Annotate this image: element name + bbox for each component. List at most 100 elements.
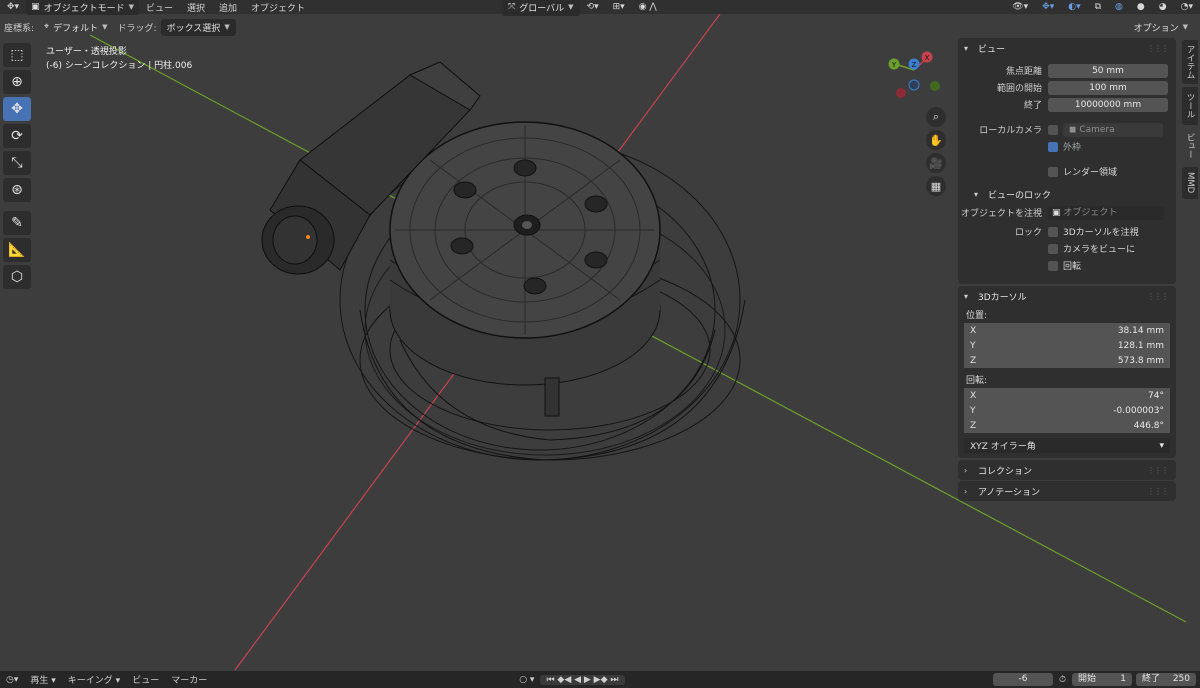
drag-grip-icon[interactable]: ⋮⋮⋮ bbox=[1147, 292, 1169, 301]
move-tool-icon[interactable]: ✥ bbox=[3, 97, 31, 121]
view-title: ユーザー・透視投影 bbox=[46, 47, 127, 57]
xray-icon[interactable]: ⧉ bbox=[1088, 2, 1108, 12]
current-frame-field[interactable]: -6 bbox=[992, 673, 1053, 686]
shading-wireframe-icon[interactable]: ◍ bbox=[1108, 2, 1130, 12]
chevron-down-icon: ▼ bbox=[568, 3, 574, 11]
annotation-section-header[interactable]: › アノテーション ⋮⋮⋮ bbox=[958, 481, 1176, 501]
frame-end-field[interactable]: 終了 250 bbox=[1136, 673, 1196, 686]
shading-material-icon[interactable]: ◕ bbox=[1152, 2, 1174, 12]
coord-dropdown[interactable]: ⌖ デフォルト ▼ bbox=[38, 19, 113, 36]
cursor-section: ▾ 3Dカーソル ⋮⋮⋮ 位置: X 38.14 mm Y 128.1 mm Z 57… bbox=[958, 286, 1176, 458]
render-region-label: レンダー領域 bbox=[1063, 168, 1118, 178]
cursor-rot-x[interactable]: X 74° bbox=[964, 388, 1170, 403]
transform-orientation-dropdown[interactable]: ⤧ グローバル ▼ bbox=[502, 0, 580, 16]
drag-value: ボックス選択 bbox=[166, 23, 221, 34]
cursor-loc-z[interactable]: Z 573.8 mm bbox=[964, 353, 1170, 368]
chevron-down-icon: ▾ bbox=[964, 291, 969, 301]
rotation-mode-dropdown[interactable]: XYZ オイラー角 ▾ bbox=[964, 438, 1170, 453]
tab-view[interactable]: ビュー bbox=[1182, 128, 1198, 164]
drag-grip-icon[interactable]: ⋮⋮⋮ bbox=[1147, 466, 1169, 475]
camera-to-view-checkbox[interactable] bbox=[1048, 243, 1058, 254]
drag-grip-icon[interactable]: ⋮⋮⋮ bbox=[1147, 487, 1169, 496]
pan-hand-icon[interactable]: ✋ bbox=[926, 130, 946, 150]
tool-settings-bar: 座標系: ⌖ デフォルト ▼ ドラッグ: ボックス選択 ▼ オプション ▼ bbox=[0, 17, 1200, 37]
lock-object-field[interactable]: ▣ オブジェクト bbox=[1048, 205, 1164, 220]
clip-end-field[interactable]: 10000000 mm bbox=[1048, 97, 1168, 112]
navigation-gizmo[interactable]: X Y Z bbox=[880, 48, 950, 108]
chevron-down-icon: ▼ bbox=[128, 3, 134, 11]
menu-marker[interactable]: マーカー bbox=[165, 673, 213, 686]
mode-icon: ▣ bbox=[31, 2, 40, 12]
drag-dropdown[interactable]: ボックス選択 ▼ bbox=[160, 18, 236, 36]
camera-icon: ◼ bbox=[1069, 124, 1080, 135]
view-lock-header[interactable]: ▾ ビューのロック bbox=[958, 184, 1176, 204]
cursor-rot-z[interactable]: Z 446.8° bbox=[964, 418, 1170, 433]
cursor-rotation-label: 回転: bbox=[966, 376, 988, 386]
gizmo-toggle-icon[interactable]: ✥▾ bbox=[1035, 2, 1061, 12]
view-section-header[interactable]: ▾ ビュー ⋮⋮⋮ bbox=[958, 38, 1176, 58]
outer-frame-checkbox[interactable] bbox=[1048, 141, 1058, 152]
drag-grip-icon[interactable]: ⋮⋮⋮ bbox=[1147, 44, 1169, 53]
autokey-icon[interactable]: ○ ▾ bbox=[513, 675, 540, 685]
pivot-icon[interactable]: ⟲▾ bbox=[580, 2, 606, 12]
zoom-icon[interactable]: ⌕ bbox=[926, 107, 946, 127]
chevron-down-icon: ▼ bbox=[224, 23, 230, 31]
visibility-icon[interactable]: 👁▾ bbox=[1005, 2, 1035, 12]
shading-rendered-icon[interactable]: ◔▾ bbox=[1174, 2, 1200, 12]
add-cube-tool-icon[interactable]: ⬡ bbox=[3, 265, 31, 289]
clip-start-field[interactable]: 100 mm bbox=[1048, 80, 1168, 95]
rotate-tool-icon[interactable]: ⟳ bbox=[3, 124, 31, 148]
cursor-loc-y[interactable]: Y 128.1 mm bbox=[964, 338, 1170, 353]
focal-length-field[interactable]: 50 mm bbox=[1048, 63, 1168, 78]
playback-controls[interactable]: ⏮ ◆◀ ◀ ▶ ▶◆ ⏭ bbox=[540, 674, 625, 685]
coord-value: デフォルト bbox=[53, 23, 99, 34]
collection-section-header[interactable]: › コレクション ⋮⋮⋮ bbox=[958, 460, 1176, 480]
editor-type-icon[interactable]: ✥▾ bbox=[0, 2, 26, 12]
snap-icon[interactable]: ⊞▾ bbox=[606, 2, 632, 12]
menu-keying[interactable]: キーイング ▾ bbox=[62, 673, 126, 686]
annotation-section[interactable]: › アノテーション ⋮⋮⋮ bbox=[958, 481, 1176, 501]
shading-solid-icon[interactable]: ● bbox=[1130, 2, 1152, 12]
cursor-tool-icon[interactable]: ⊕ bbox=[3, 70, 31, 94]
collection-section[interactable]: › コレクション ⋮⋮⋮ bbox=[958, 460, 1176, 480]
menu-view[interactable]: ビュー bbox=[139, 1, 180, 14]
cursor-loc-x[interactable]: X 38.14 mm bbox=[964, 323, 1170, 338]
proportional-edit-icon[interactable]: ◉ ⋀ bbox=[632, 2, 664, 12]
gizmo-x-label: X bbox=[925, 54, 930, 62]
timeline-editor-icon[interactable]: ◷▾ bbox=[0, 675, 24, 685]
camera-view-icon[interactable]: 🎥 bbox=[926, 153, 946, 173]
orientation-label: グローバル bbox=[519, 3, 565, 14]
perspective-grid-icon[interactable]: ▦ bbox=[926, 176, 946, 196]
drag-label: ドラッグ: bbox=[117, 23, 157, 34]
options-dropdown[interactable]: オプション ▼ bbox=[1128, 19, 1194, 36]
chevron-right-icon: › bbox=[964, 486, 968, 496]
menu-add[interactable]: 追加 bbox=[212, 1, 244, 14]
menu-object[interactable]: オブジェクト bbox=[244, 1, 312, 14]
focal-length-label: 焦点距離 bbox=[1005, 67, 1042, 77]
tab-item[interactable]: アイテム bbox=[1182, 40, 1198, 84]
menu-select[interactable]: 選択 bbox=[180, 1, 212, 14]
select-box-tool-icon[interactable]: ⬚ bbox=[3, 43, 31, 67]
tab-tool[interactable]: ツール bbox=[1182, 87, 1198, 125]
stopwatch-icon[interactable]: ⏱ bbox=[1053, 675, 1072, 685]
lock-rotation-checkbox[interactable] bbox=[1048, 260, 1058, 271]
measure-tool-icon[interactable]: 📐 bbox=[3, 238, 31, 262]
annotate-tool-icon[interactable]: ✎ bbox=[3, 211, 31, 235]
lock-cursor-label: 3Dカーソルを注視 bbox=[1063, 228, 1139, 238]
cursor-rot-y[interactable]: Y -0.000003° bbox=[964, 403, 1170, 418]
lock-cursor-checkbox[interactable] bbox=[1048, 226, 1058, 237]
render-region-checkbox[interactable] bbox=[1048, 166, 1058, 177]
blender-window: ✥▾ ▣ オブジェクトモード ▼ ビュー 選択 追加 オブジェクト ⤧ グローバ… bbox=[0, 0, 1200, 688]
frame-start-field[interactable]: 開始 1 bbox=[1072, 673, 1132, 686]
mode-dropdown[interactable]: ▣ オブジェクトモード ▼ bbox=[26, 0, 139, 15]
camera-field[interactable]: ◼ Camera bbox=[1063, 122, 1163, 137]
transform-tool-icon[interactable]: ⊛ bbox=[3, 178, 31, 202]
overlay-toggle-icon[interactable]: ◐▾ bbox=[1061, 2, 1087, 12]
menu-playback[interactable]: 再生 ▾ bbox=[24, 673, 61, 686]
menu-timeline-view[interactable]: ビュー bbox=[126, 673, 165, 686]
scale-tool-icon[interactable]: ⤡ bbox=[3, 151, 31, 175]
gizmo-z-label: Z bbox=[912, 61, 917, 69]
tab-mmd[interactable]: MMD bbox=[1182, 167, 1198, 199]
cursor-section-header[interactable]: ▾ 3Dカーソル ⋮⋮⋮ bbox=[958, 286, 1176, 306]
local-camera-checkbox[interactable] bbox=[1048, 124, 1058, 135]
